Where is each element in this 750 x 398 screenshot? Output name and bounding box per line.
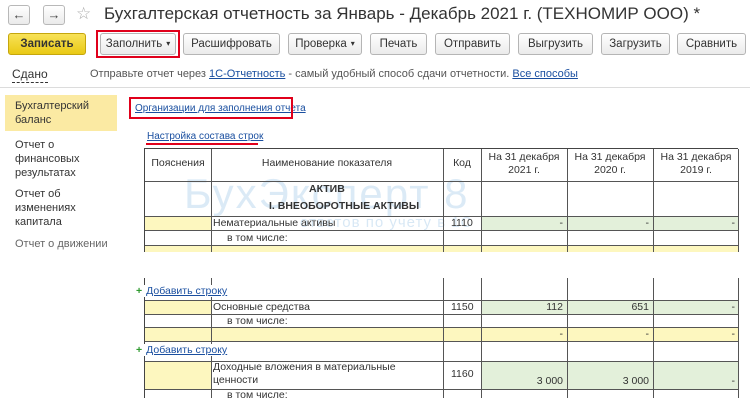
arrow-right-icon: → — [47, 7, 61, 22]
section-cash-flow[interactable]: Отчет о движении — [5, 233, 117, 251]
section-capital-changes[interactable]: Отчет об изменениях капитала — [5, 183, 105, 229]
row-1110-code: 1110 — [451, 217, 473, 229]
forward-button[interactable]: → — [43, 5, 65, 25]
orgs-fill-highlight — [129, 97, 293, 119]
col-header-notes: Пояснения — [151, 157, 205, 169]
check-button[interactable]: Проверка ▾ — [288, 33, 362, 55]
compare-button[interactable]: Сравнить — [677, 33, 746, 55]
col-header-2021: На 31 декабря 2021 г. — [488, 151, 560, 176]
chevron-down-icon: ▾ — [350, 39, 355, 48]
row-1150-sub-2020[interactable]: - — [569, 328, 650, 340]
1c-reporting-link[interactable]: 1С-Отчетность — [209, 68, 285, 80]
plus-icon: + — [136, 285, 143, 297]
row-setup-link[interactable]: Настройка состава строк — [147, 131, 263, 142]
row-setup-underline — [146, 143, 258, 145]
row-1150-2021[interactable]: 112 — [483, 301, 563, 313]
col-header-2019: На 31 декабря 2019 г. — [660, 151, 732, 176]
back-button[interactable]: ← — [8, 5, 30, 25]
row-1150-code: 1150 — [451, 301, 474, 313]
add-row-link[interactable]: + Добавить строку — [136, 285, 232, 297]
section-balance[interactable]: Бухгалтерский баланс — [5, 95, 117, 131]
decode-button[interactable]: Расшифровать — [183, 33, 280, 55]
row-1160-including: в том числе: — [227, 389, 288, 398]
save-button[interactable]: Записать — [8, 33, 86, 55]
section-noncurrent-assets: I. ВНЕОБОРОТНЫЕ АКТИВЫ — [269, 200, 420, 212]
row-1150-2019[interactable]: - — [655, 301, 736, 313]
col-header-code: Код — [453, 157, 471, 169]
row-1150-including: в том числе: — [227, 315, 288, 327]
arrow-left-icon: ← — [12, 7, 26, 22]
section-financial-results[interactable]: Отчет о финансовых результатах — [5, 134, 105, 180]
col-header-2020: На 31 декабря 2020 г. — [574, 151, 646, 176]
section-aktiv: АКТИВ — [309, 183, 345, 195]
fill-button-highlight — [96, 30, 180, 58]
send-notice: Отправьте отчет через 1С-Отчетность - са… — [90, 68, 578, 80]
row-1160-2021[interactable]: 3 000 — [483, 375, 563, 387]
row-1160-2019[interactable]: - — [655, 375, 736, 387]
row-1110-2019[interactable]: - — [655, 217, 736, 229]
status-sent-tab[interactable]: Сдано — [12, 67, 48, 83]
window-title: Бухгалтерская отчетность за Январь - Дек… — [104, 4, 701, 23]
row-1150-sub-2021[interactable]: - — [483, 328, 564, 340]
send-button[interactable]: Отправить — [435, 33, 510, 55]
row-1160-name: Доходные вложения в материальные ценност… — [213, 361, 396, 386]
row-1110-name: Нематериальные активы — [213, 217, 336, 229]
star-icon[interactable]: ☆ — [76, 4, 91, 24]
row-1110-2021[interactable]: - — [483, 217, 564, 229]
row-1110-including: в том числе: — [227, 232, 288, 244]
row-1150-name: Основные средства — [213, 301, 310, 313]
export-button[interactable]: Выгрузить — [518, 33, 593, 55]
row-1110-2020[interactable]: - — [569, 217, 650, 229]
import-button[interactable]: Загрузить — [601, 33, 670, 55]
row-1150-sub-2019[interactable]: - — [655, 328, 736, 340]
add-row-link[interactable]: + Добавить строку — [136, 344, 232, 356]
row-1150-2020[interactable]: 651 — [569, 301, 649, 313]
plus-icon: + — [136, 344, 143, 356]
all-methods-link[interactable]: Все способы — [512, 68, 578, 80]
table-gap — [0, 252, 750, 278]
print-button[interactable]: Печать — [370, 33, 427, 55]
divider — [0, 87, 750, 88]
row-1160-code: 1160 — [451, 368, 474, 380]
row-1160-2020[interactable]: 3 000 — [569, 375, 649, 387]
col-header-name: Наименование показателя — [261, 157, 393, 169]
